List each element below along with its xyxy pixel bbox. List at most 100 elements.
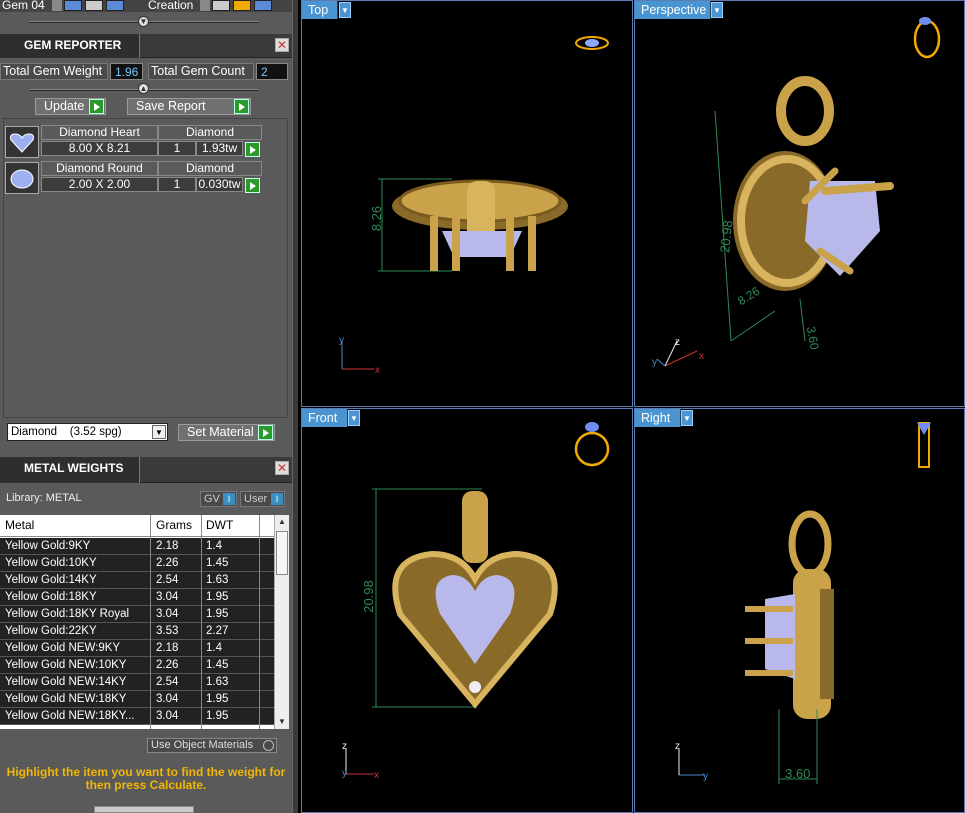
gem-qty: 1: [158, 177, 196, 192]
metal-weights-table[interactable]: Metal Grams DWT Yellow Gold:9KY 2.18 1.4 Ye…: [0, 515, 289, 729]
table-cell: Yellow Gold:22KY: [5, 625, 97, 637]
gem-name: Diamond Heart: [41, 125, 158, 140]
table-cell: Yellow Gold NEW:18KY...: [5, 710, 135, 722]
gem-weight: 0.030tw: [196, 177, 243, 192]
arrow-icon[interactable]: [200, 0, 210, 11]
arrow-icon[interactable]: [52, 0, 62, 11]
table-cell: 1.63: [206, 574, 229, 586]
svg-text:x: x: [699, 351, 704, 362]
table-cell: 1.95: [206, 591, 229, 603]
table-row[interactable]: Yellow Gold:18KY 3.04 1.95: [0, 589, 274, 606]
right-view-render: yz: [675, 422, 931, 784]
use-object-materials-toggle[interactable]: Use Object Materials: [147, 738, 277, 753]
svg-text:x: x: [375, 365, 380, 376]
gv-label: GV: [204, 493, 220, 505]
scroll-down-icon[interactable]: ▼: [275, 715, 289, 729]
color-swatch[interactable]: [233, 0, 251, 11]
table-cell: 1.95: [206, 693, 229, 705]
material-select[interactable]: Diamond (3.52 spg) ▼: [7, 423, 168, 441]
panel-title: GEM REPORTER: [0, 34, 140, 58]
gv-toggle[interactable]: GV I: [200, 491, 237, 507]
play-icon[interactable]: [245, 178, 260, 193]
play-icon[interactable]: [245, 142, 260, 157]
close-icon[interactable]: ✕: [275, 38, 289, 52]
play-icon[interactable]: [234, 99, 249, 114]
hint-text: Highlight the item you want to find the …: [6, 765, 286, 792]
table-row[interactable]: Yellow Gold:22KY 3.53 2.27: [0, 623, 274, 640]
gem-material: Diamond: [158, 125, 262, 140]
table-cell: 3.04: [156, 693, 179, 705]
color-swatch[interactable]: [254, 0, 272, 11]
viewport-top[interactable]: Top ▼ xy 8.26: [301, 0, 633, 407]
gem-label: Gem 04: [2, 0, 45, 12]
chevron-up-icon[interactable]: ▲: [138, 83, 149, 94]
use-object-materials-label: Use Object Materials: [151, 739, 254, 751]
table-row[interactable]: Yellow Gold:14KY 2.54 1.63: [0, 572, 274, 589]
table-row[interactable]: Yellow Gold NEW:18KY... 3.04 1.95: [0, 708, 274, 725]
chevron-down-icon[interactable]: ▼: [152, 425, 166, 439]
ring-preview-icon: [574, 422, 610, 467]
table-cell: 2.26: [156, 659, 179, 671]
top-view-render: xy: [339, 36, 609, 376]
heart-gem-icon: [5, 126, 39, 158]
play-icon[interactable]: [89, 99, 104, 114]
scroll-up-icon[interactable]: ▲: [275, 515, 289, 529]
gem-list[interactable]: Diamond Heart Diamond 8.00 X 8.21 1 1.93…: [3, 118, 288, 418]
color-swatch[interactable]: [106, 0, 124, 11]
column-header[interactable]: Grams: [156, 518, 192, 532]
table-row[interactable]: Yellow Gold:10KY 2.26 1.45: [0, 555, 274, 572]
ring-preview-icon: [917, 422, 931, 468]
total-gem-count-value: 2: [256, 63, 288, 80]
column-divider: [150, 515, 151, 729]
save-report-button[interactable]: Save Report: [127, 98, 251, 115]
table-cell: 1.63: [206, 676, 229, 688]
gem-reporter-header: GEM REPORTER ✕: [0, 34, 292, 58]
play-icon[interactable]: [258, 425, 273, 440]
scrollbar[interactable]: ▲ ▼: [274, 515, 289, 729]
table-cell: 1.45: [206, 659, 229, 671]
table-cell: 1.4: [206, 540, 222, 552]
list-item[interactable]: Diamond Heart Diamond 8.00 X 8.21 1 1.93…: [4, 125, 266, 159]
table-cell: Yellow Gold:18KY Royal: [5, 608, 130, 620]
column-divider: [259, 515, 260, 729]
table-cell: Yellow Gold NEW:14KY: [5, 676, 127, 688]
total-gem-weight-value: 1.96: [110, 63, 143, 80]
table-cell: 1.95: [206, 710, 229, 722]
table-cell: 2.54: [156, 574, 179, 586]
panel-divider[interactable]: [292, 0, 298, 813]
svg-text:y: y: [342, 768, 347, 779]
table-row[interactable]: Yellow Gold NEW:9KY 2.18 1.4: [0, 640, 274, 657]
table-cell: 3.04: [156, 591, 179, 603]
scroll-thumb[interactable]: [276, 531, 288, 575]
color-swatch[interactable]: [212, 0, 230, 11]
column-header[interactable]: Metal: [5, 518, 34, 532]
viewport-front[interactable]: Front ▼ xzy 20.98: [301, 408, 633, 813]
table-cell: 1.45: [206, 557, 229, 569]
viewport-right[interactable]: Right ▼ yz 3.60: [634, 408, 965, 813]
svg-text:y: y: [652, 357, 657, 368]
viewport-perspective[interactable]: Perspective ▼ xzy 20.98 8.26 3.60: [634, 0, 965, 407]
column-header[interactable]: DWT: [206, 518, 233, 532]
left-panel: Gem 04 Creation ▼ GEM REPORTER ✕ Total G…: [0, 0, 296, 813]
color-swatch[interactable]: [85, 0, 103, 11]
table-cell: Yellow Gold NEW:10KY: [5, 659, 127, 671]
table-row[interactable]: Yellow Gold:18KY Royal 3.04 1.95: [0, 606, 274, 623]
gem-material: Diamond: [158, 161, 262, 176]
set-material-label: Set Material: [187, 425, 254, 439]
table-row[interactable]: Yellow Gold NEW:10KY 2.26 1.45: [0, 657, 274, 674]
close-icon[interactable]: ✕: [275, 461, 289, 475]
chevron-down-icon[interactable]: ▼: [138, 16, 149, 27]
table-cell: Yellow Gold NEW:9KY: [5, 642, 121, 654]
front-view-render: x z y: [342, 422, 610, 781]
calculate-button[interactable]: [94, 806, 194, 813]
list-item[interactable]: Diamond Round Diamond 2.00 X 2.00 1 0.03…: [4, 161, 266, 195]
color-swatch[interactable]: [64, 0, 82, 11]
table-row[interactable]: Yellow Gold NEW:14KY 2.54 1.63: [0, 674, 274, 691]
dimension-label: 20.98: [360, 580, 376, 613]
table-cell: 3.53: [156, 625, 179, 637]
table-row[interactable]: Yellow Gold NEW:18KY 3.04 1.95: [0, 691, 274, 708]
table-row[interactable]: Yellow Gold:9KY 2.18 1.4: [0, 538, 274, 555]
user-toggle[interactable]: User I: [240, 491, 285, 507]
gem-size: 8.00 X 8.21: [41, 141, 158, 156]
column-divider: [201, 515, 202, 729]
